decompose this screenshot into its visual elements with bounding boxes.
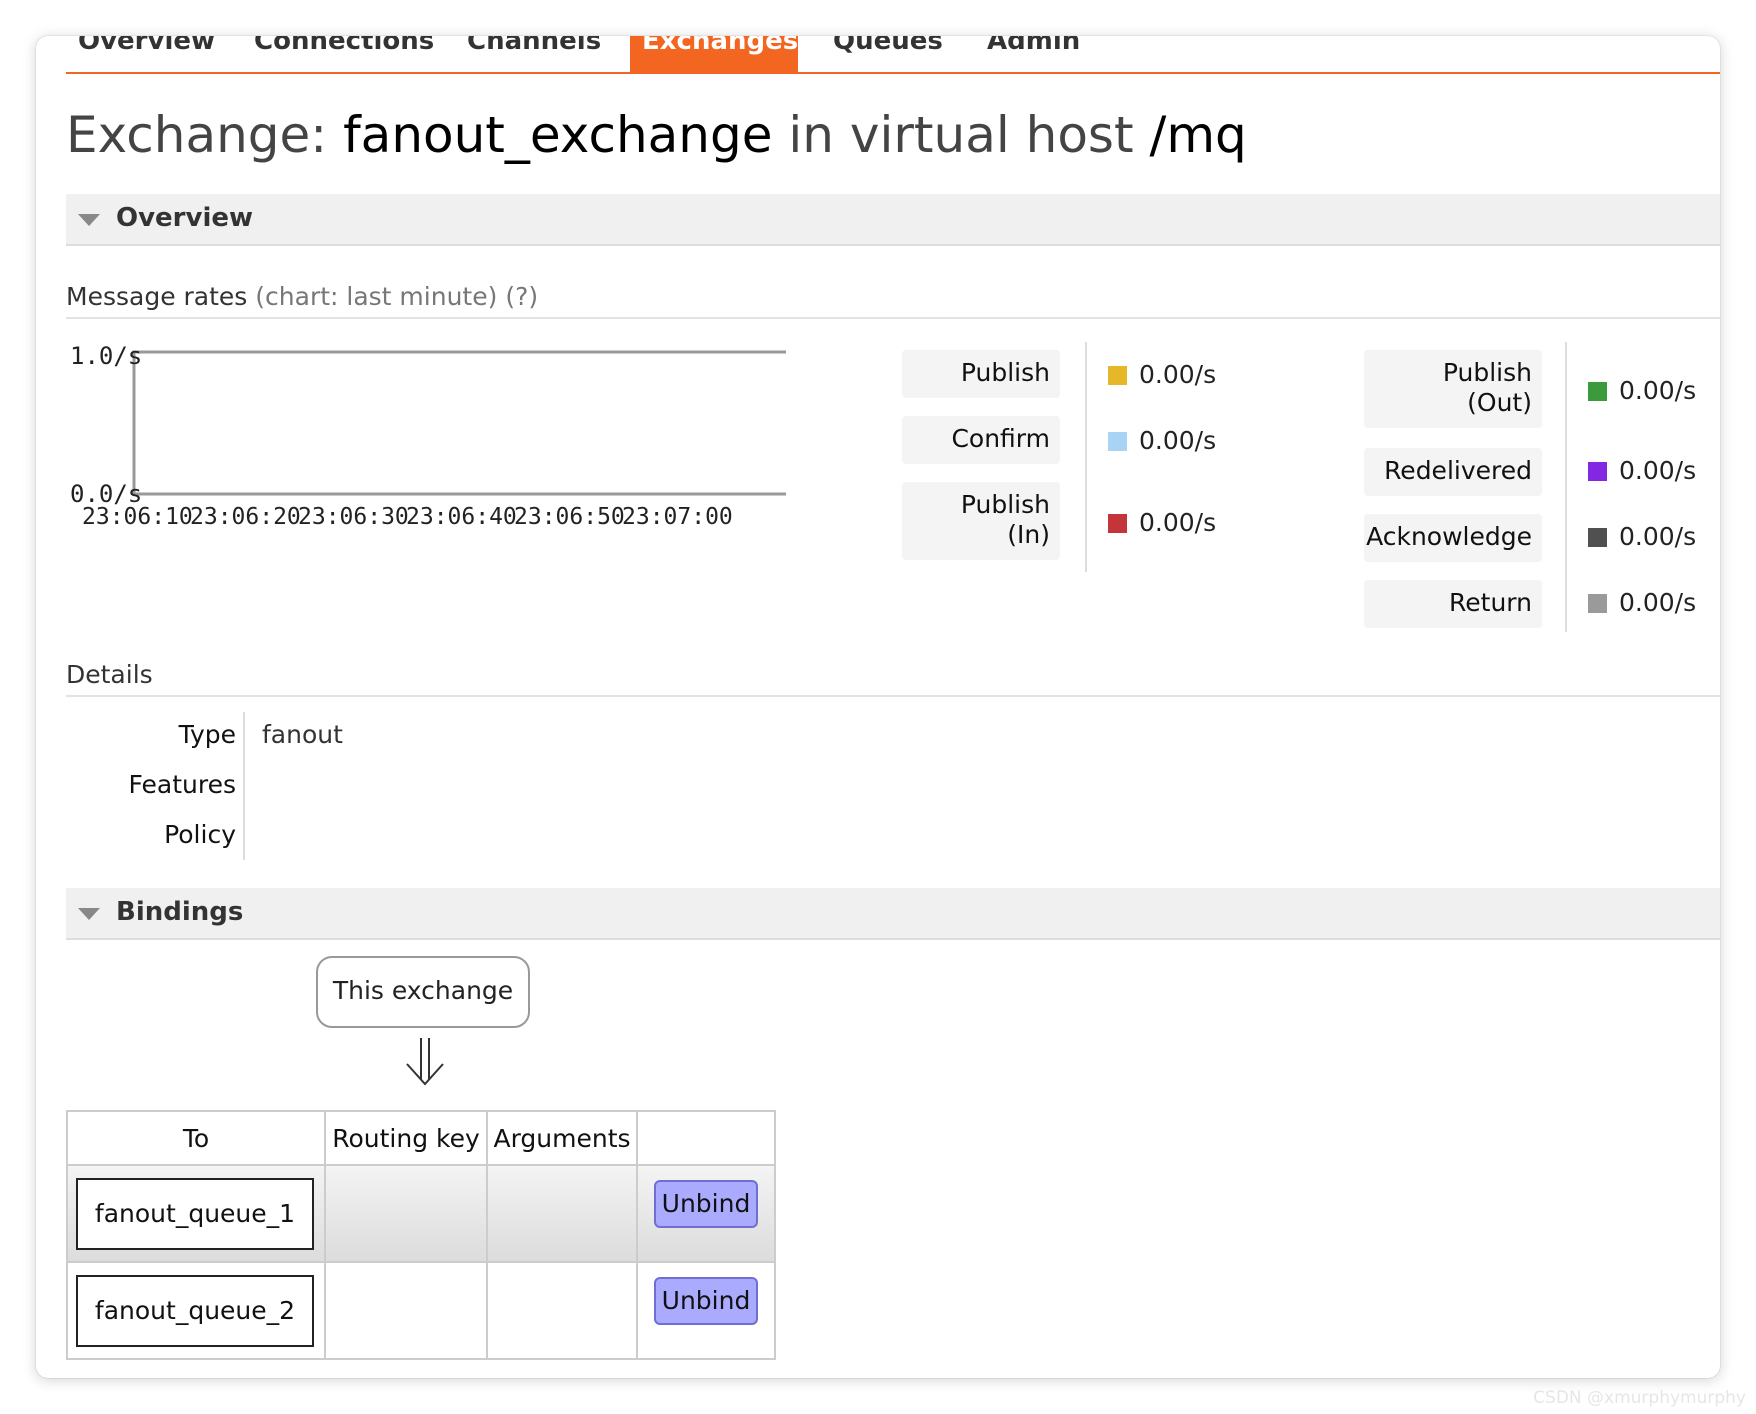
chart-xtick-label: 23:06:20 [190,504,301,530]
vhost-name: /mq [1149,106,1247,164]
help-link[interactable]: (?) [505,282,538,311]
message-rates-chart: 1.0/s 0.0/s 23:06:1023:06:2023:06:3023:0… [70,342,786,530]
detail-value-type: fanout [262,720,343,749]
watermark: CSDN @xmurphymurphy [1533,1388,1746,1408]
chart-xticks: 23:06:1023:06:2023:06:3023:06:4023:06:50… [82,504,733,530]
chart-xtick-label: 23:06:30 [298,504,409,530]
legend-divider-left [1085,342,1087,572]
binding-to-cell: fanout_queue_1 [66,1164,326,1263]
col-arguments: Arguments [486,1110,638,1166]
table-row: fanout_queue_1 Unbind [66,1164,776,1263]
details-divider [243,712,245,860]
legend-return-button[interactable]: Return [1364,580,1542,628]
confirm-rate: 0.00/s [1139,426,1217,455]
col-actions [636,1110,776,1166]
detail-key-policy: Policy [164,820,236,849]
detail-key-features: Features [128,770,237,799]
overview-header-label: Overview [116,203,254,233]
routing-key-cell [324,1261,488,1360]
action-cell: Unbind [636,1164,776,1263]
page-title: Exchange: fanout_exchange in virtual hos… [66,106,1247,164]
return-rate: 0.00/s [1619,588,1697,617]
bindings-section-header[interactable]: Bindings [66,888,1720,940]
publish-rate: 0.00/s [1139,360,1217,389]
collapse-triangle-icon[interactable] [78,908,100,920]
binding-to-cell: fanout_queue_2 [66,1261,326,1360]
message-rates-label: Message rates [66,282,248,311]
publish-color-swatch [1108,366,1127,385]
chart-ytick-top: 1.0/s [70,342,142,370]
return-color-swatch [1588,594,1607,613]
publish-out-color-swatch [1588,382,1607,401]
message-rates-heading: Message rates (chart: last minute) (?) [66,282,1720,319]
acknowledge-color-swatch [1588,528,1607,547]
action-cell: Unbind [636,1261,776,1360]
chart-note: (chart: last minute) [255,282,498,311]
legend-divider-right [1565,342,1567,632]
nav-connections[interactable]: Connections [242,36,434,72]
publish-in-rate: 0.00/s [1139,508,1217,537]
legend-publish-in-button[interactable]: Publish (In) [902,482,1060,560]
exchange-name: fanout_exchange [343,106,773,164]
legend-publish-out-button[interactable]: Publish (Out) [1364,350,1542,428]
arguments-cell [486,1164,638,1263]
legend-acknowledge-button[interactable]: Acknowledge [1364,514,1542,562]
title-prefix: Exchange: [66,106,328,164]
chart-plot-area [132,350,786,496]
details-heading: Details [66,660,1720,697]
this-exchange-box: This exchange [316,956,530,1028]
overview-section-header[interactable]: Overview [66,194,1720,246]
legend-publish-button[interactable]: Publish [902,350,1060,398]
title-middle: in virtual host [788,106,1134,164]
redelivered-color-swatch [1588,462,1607,481]
binding-down-arrow-icon [406,1038,444,1086]
nav-queues[interactable]: Queues [821,36,951,72]
nav-exchanges[interactable]: Exchanges [630,36,798,72]
table-row: fanout_queue_2 Unbind [66,1261,776,1360]
publish-in-color-swatch [1108,514,1127,533]
col-routing-key: Routing key [324,1110,488,1166]
arguments-cell [486,1261,638,1360]
legend-confirm-button[interactable]: Confirm [902,416,1060,464]
collapse-triangle-icon[interactable] [78,214,100,226]
nav-overview[interactable]: Overview [66,36,215,72]
acknowledge-rate: 0.00/s [1619,522,1697,551]
chart-xtick-label: 23:07:00 [622,504,733,530]
detail-key-type: Type [178,720,236,749]
nav-admin[interactable]: Admin [975,36,1085,72]
queue-link[interactable]: fanout_queue_2 [76,1274,314,1347]
publish-out-rate: 0.00/s [1619,376,1697,405]
confirm-color-swatch [1108,432,1127,451]
main-nav: Overview Connections Channels Exchanges … [66,36,1720,74]
browser-window: Overview Connections Channels Exchanges … [36,36,1720,1378]
nav-channels[interactable]: Channels [455,36,615,72]
col-to: To [66,1110,326,1166]
chart-xtick-label: 23:06:10 [82,504,193,530]
unbind-button[interactable]: Unbind [654,1179,758,1228]
chart-xtick-label: 23:06:50 [514,504,625,530]
redelivered-rate: 0.00/s [1619,456,1697,485]
unbind-button[interactable]: Unbind [654,1276,758,1325]
routing-key-cell [324,1164,488,1263]
chart-xtick-label: 23:06:40 [406,504,517,530]
bindings-header-label: Bindings [116,897,244,927]
bindings-table: To Routing key Arguments fanout_queue_1 … [66,1110,776,1360]
queue-link[interactable]: fanout_queue_1 [76,1177,314,1250]
legend-redelivered-button[interactable]: Redelivered [1364,448,1542,496]
